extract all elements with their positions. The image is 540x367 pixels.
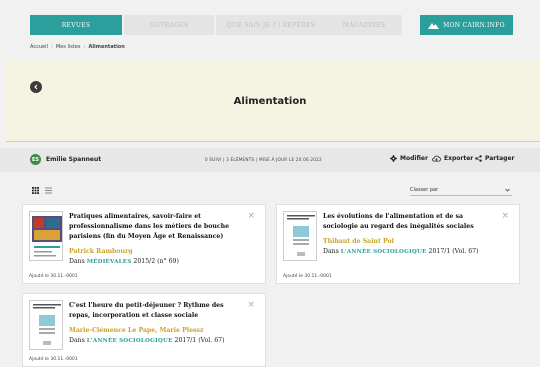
item-author[interactable]: Patrick Rambourg (69, 248, 133, 255)
breadcrumb-mes-listes[interactable]: Mes listes (56, 44, 81, 50)
list-item[interactable]: Les évolutions de l'alimentation et de s… (276, 204, 520, 284)
item-title[interactable]: C'est l'heure du petit-déjeuner ? Rythme… (69, 301, 239, 321)
item-added-date: Ajouté le 30.11.-0001 (29, 357, 78, 362)
modify-button[interactable]: Modifier (390, 155, 428, 162)
export-label: Exporter (444, 155, 474, 162)
tab-ouvrages[interactable]: Ouvrages (124, 15, 214, 35)
item-revue-link[interactable]: L'Année sociologique (341, 249, 427, 255)
mountain-icon (428, 22, 440, 29)
sort-select[interactable]: Classer par (410, 184, 512, 196)
tab-magazines[interactable]: Magazines (326, 15, 402, 35)
item-revue-link[interactable]: L'Année sociologique (87, 338, 173, 344)
top-nav: Revues Ouvrages Que sais-je ? / Repères … (0, 0, 540, 40)
close-icon[interactable]: × (247, 300, 255, 310)
item-source: Dans L'Année sociologique 2017/1 (Vol. 6… (323, 248, 479, 255)
item-added-date: Ajouté le 30.11.-0001 (29, 274, 78, 279)
journal-cover (283, 211, 317, 261)
journal-cover (29, 211, 63, 261)
share-label: Partager (485, 155, 515, 162)
item-author[interactable]: Marie-Clémence Le Pape, Marie Plessz (69, 327, 204, 334)
owner-name: Emilie Spanneut (46, 156, 102, 163)
tab-revues[interactable]: Revues (30, 15, 122, 35)
list-view-icon[interactable] (45, 187, 52, 194)
list-meta: 0 suivi | 3 éléments | Mise à jour le 20… (205, 157, 322, 162)
tab-que-sais-je-reperes[interactable]: Que sais-je ? / Repères (216, 15, 326, 35)
item-title[interactable]: Les évolutions de l'alimentation et de s… (323, 212, 493, 232)
item-issue: 2017/1 (Vol. 67) (428, 248, 479, 255)
item-in-prefix: Dans (69, 258, 85, 265)
list-item[interactable]: C'est l'heure du petit-déjeuner ? Rythme… (22, 293, 266, 367)
share-button[interactable]: Partager (475, 155, 514, 162)
item-in-prefix: Dans (69, 337, 85, 344)
share-icon (475, 155, 482, 162)
chevron-right-icon: › (83, 44, 86, 50)
item-in-prefix: Dans (323, 248, 339, 255)
chevron-left-icon (34, 84, 38, 90)
breadcrumb: Accueil › Mes listes › Alimentation (30, 44, 125, 50)
gear-icon (390, 155, 397, 162)
grid-view-icon[interactable] (32, 187, 39, 194)
close-icon[interactable]: × (247, 211, 255, 221)
breadcrumb-current: Alimentation (88, 44, 125, 50)
item-issue: 2017/1 (Vol. 67) (174, 337, 225, 344)
sort-label: Classer par (410, 186, 439, 193)
item-source: Dans L'Année sociologique 2017/1 (Vol. 6… (69, 337, 225, 344)
page-title: Alimentation (233, 96, 307, 107)
chevron-right-icon: › (50, 44, 53, 50)
journal-cover (29, 300, 63, 350)
mon-cairn-button[interactable]: Mon cairn.info (420, 15, 513, 35)
item-title[interactable]: Pratiques alimentaires, savoir-faire et … (69, 212, 239, 242)
item-added-date: Ajouté le 30.11.-0001 (283, 274, 332, 279)
view-toggles (32, 187, 52, 194)
back-button[interactable] (30, 81, 42, 93)
item-issue: 2015/2 (n° 69) (133, 258, 179, 265)
avatar: ES (30, 154, 41, 165)
item-source: Dans Médiévales 2015/2 (n° 69) (69, 258, 179, 265)
export-button[interactable]: Exporter (432, 155, 473, 162)
breadcrumb-accueil[interactable]: Accueil (30, 44, 48, 50)
close-icon[interactable]: × (501, 211, 509, 221)
chevron-down-icon (505, 188, 510, 192)
modify-label: Modifier (400, 155, 428, 162)
divider (6, 141, 540, 142)
cloud-download-icon (432, 155, 441, 162)
mon-cairn-label: Mon cairn.info (443, 21, 505, 29)
list-item[interactable]: Pratiques alimentaires, savoir-faire et … (22, 204, 266, 284)
item-author[interactable]: Thibaut de Saint Pol (323, 238, 394, 245)
item-revue-link[interactable]: Médiévales (87, 259, 132, 265)
